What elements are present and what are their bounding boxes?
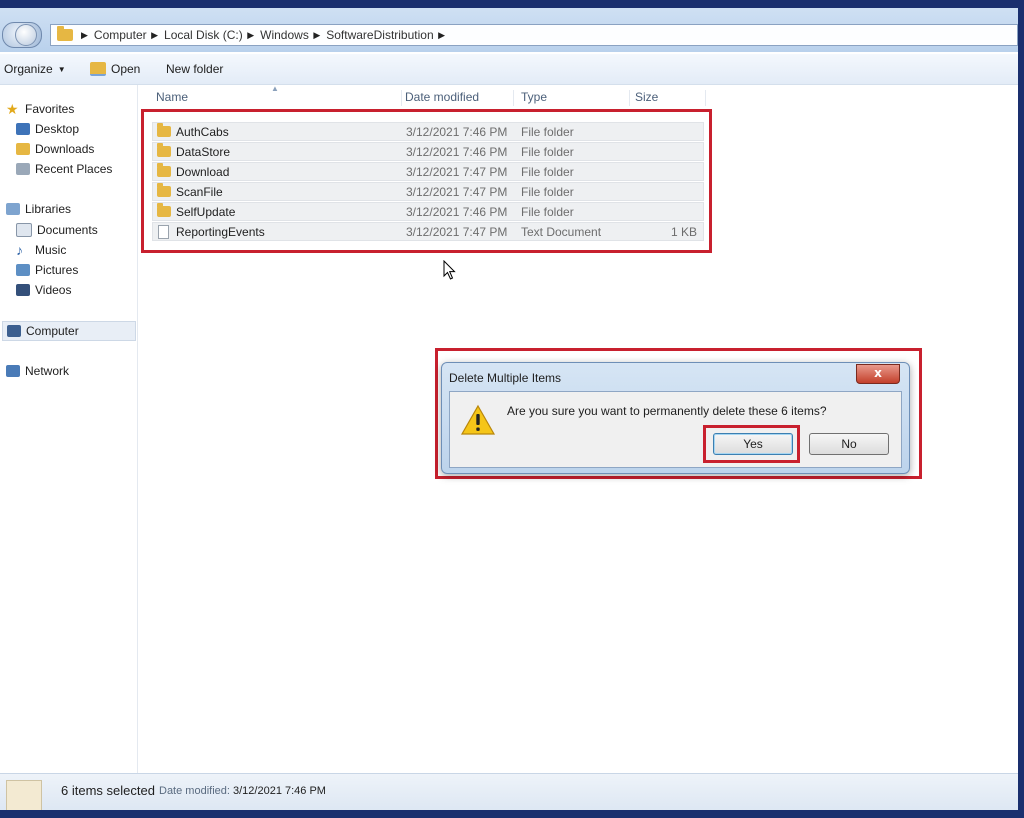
date-modified-detail: Date modified: 3/12/2021 7:46 PM: [159, 785, 326, 797]
column-header: ▲ Name Date modified Type Size: [147, 84, 707, 108]
organize-button[interactable]: Organize ▼: [4, 62, 66, 76]
breadcrumb-computer[interactable]: Computer: [94, 28, 147, 42]
nav-downloads[interactable]: Downloads: [16, 140, 94, 158]
organize-label: Organize: [4, 62, 53, 76]
nav-documents-label: Documents: [37, 223, 98, 237]
open-label: Open: [111, 62, 141, 76]
nav-favorites-label: Favorites: [25, 102, 75, 116]
command-bar: Organize ▼ Open New folder: [0, 54, 1018, 85]
downloads-icon: [16, 143, 30, 155]
date-modified-label: Date modified:: [159, 785, 230, 797]
nav-network-label: Network: [25, 364, 70, 378]
breadcrumb-windows[interactable]: Windows: [260, 28, 309, 42]
nav-recent-places-label: Recent Places: [35, 162, 113, 176]
dialog-message: Are you sure you want to permanently del…: [507, 404, 827, 418]
nav-downloads-label: Downloads: [35, 142, 95, 156]
dialog-title: Delete Multiple Items: [449, 371, 562, 385]
nav-documents[interactable]: Documents: [16, 221, 98, 239]
breadcrumb-softwaredistribution[interactable]: SoftwareDistribution: [326, 28, 433, 42]
videos-icon: [16, 284, 30, 296]
nav-network[interactable]: Network: [6, 362, 69, 380]
folder-icon: [57, 26, 73, 41]
new-folder-button[interactable]: New folder: [166, 62, 223, 76]
column-type[interactable]: Type: [517, 90, 630, 106]
computer-icon: [7, 325, 21, 337]
chevron-right-icon[interactable]: ▶: [81, 30, 88, 41]
documents-icon: [16, 223, 32, 237]
explorer-window: ▶ Computer ▶ Local Disk (C:) ▶ Windows ▶…: [0, 8, 1018, 810]
nav-favorites[interactable]: ★ Favorites: [6, 100, 74, 118]
delete-confirmation-dialog: Delete Multiple Items x Are you sure you…: [441, 362, 910, 474]
date-modified-value: 3/12/2021 7:46 PM: [233, 785, 326, 797]
nav-desktop[interactable]: Desktop: [16, 120, 79, 138]
open-folder-icon: [90, 62, 106, 76]
status-bar: 6 items selected Date modified: 3/12/202…: [0, 773, 1018, 810]
nav-desktop-label: Desktop: [35, 122, 80, 136]
warning-icon: [460, 404, 496, 435]
column-date-modified[interactable]: Date modified: [401, 90, 514, 106]
new-folder-label: New folder: [166, 62, 224, 76]
nav-recent-places[interactable]: Recent Places: [16, 160, 112, 178]
nav-pictures[interactable]: Pictures: [16, 261, 78, 279]
column-name[interactable]: Name: [152, 90, 402, 106]
libraries-icon: [6, 203, 20, 215]
nav-libraries[interactable]: Libraries: [6, 200, 71, 218]
nav-music-label: Music: [35, 243, 67, 257]
network-icon: [6, 365, 20, 377]
nav-videos[interactable]: Videos: [16, 281, 71, 299]
file-selection-highlight: [141, 109, 712, 253]
forward-button[interactable]: [15, 24, 37, 46]
open-button[interactable]: Open: [90, 62, 140, 76]
chevron-right-icon[interactable]: ▶: [245, 30, 254, 41]
breadcrumb-local-disk[interactable]: Local Disk (C:): [164, 28, 243, 42]
nav-music[interactable]: ♪ Music: [16, 241, 66, 259]
chevron-right-icon[interactable]: ▶: [436, 30, 445, 41]
star-icon: ★: [6, 101, 19, 117]
no-label: No: [841, 437, 857, 451]
pictures-icon: [16, 264, 30, 276]
dialog-body: Are you sure you want to permanently del…: [449, 391, 902, 468]
nav-computer-label: Computer: [26, 324, 79, 338]
close-button[interactable]: x: [856, 364, 900, 384]
yes-button-highlight: [703, 425, 800, 463]
nav-pictures-label: Pictures: [35, 263, 79, 277]
address-bar[interactable]: ▶ Computer ▶ Local Disk (C:) ▶ Windows ▶…: [50, 24, 1018, 46]
column-size[interactable]: Size: [631, 90, 706, 106]
desktop-icon: [16, 123, 30, 135]
selection-count: 6 items selected: [61, 783, 155, 798]
nav-videos-label: Videos: [35, 283, 72, 297]
selection-thumbnail-icon: [6, 780, 42, 810]
address-bar-area: ▶ Computer ▶ Local Disk (C:) ▶ Windows ▶…: [0, 8, 1018, 52]
chevron-right-icon[interactable]: ▶: [311, 30, 320, 41]
nav-libraries-label: Libraries: [25, 202, 72, 216]
mouse-pointer-icon: [443, 260, 456, 280]
music-icon: ♪: [16, 242, 23, 258]
nav-computer[interactable]: Computer: [2, 321, 136, 341]
navigation-pane: ★ Favorites Desktop Downloads Recent Pla…: [0, 85, 138, 781]
chevron-down-icon: ▼: [57, 64, 66, 74]
no-button[interactable]: No: [809, 433, 889, 455]
chevron-right-icon[interactable]: ▶: [149, 30, 158, 41]
back-button[interactable]: [2, 22, 42, 48]
recent-places-icon: [16, 163, 30, 175]
